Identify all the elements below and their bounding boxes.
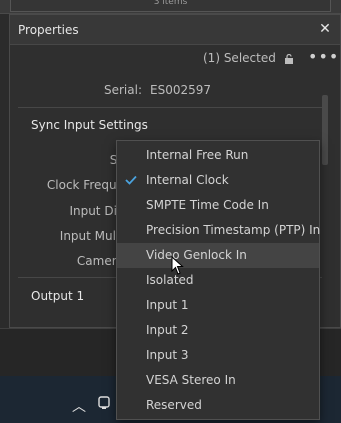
scrollbar[interactable] bbox=[322, 95, 328, 165]
prop-label-input-multiplier: Input Multi bbox=[59, 229, 124, 243]
menu-item-internal-clock[interactable]: Internal Clock bbox=[117, 168, 319, 193]
panel-header: Properties ✕ bbox=[10, 15, 340, 45]
menu-item-input-2[interactable]: Input 2 bbox=[117, 318, 319, 343]
lock-icon[interactable] bbox=[284, 54, 294, 64]
output-1-title[interactable]: Output 1 bbox=[31, 289, 84, 303]
check-icon bbox=[125, 175, 137, 185]
menu-item-internal-free-run[interactable]: Internal Free Run bbox=[117, 143, 319, 168]
sync-input-settings-title[interactable]: Sync Input Settings bbox=[31, 118, 148, 132]
top-strip: 3 items bbox=[0, 0, 341, 14]
sync-source-dropdown: Internal Free Run Internal Clock SMPTE T… bbox=[116, 140, 320, 420]
close-icon[interactable]: ✕ bbox=[318, 21, 332, 37]
tray-app-icon[interactable] bbox=[97, 396, 111, 410]
menu-item-reserved[interactable]: Reserved bbox=[117, 393, 319, 418]
menu-item-input-3[interactable]: Input 3 bbox=[117, 343, 319, 368]
more-options-icon[interactable]: ••• bbox=[308, 47, 339, 66]
serial-label: Serial: bbox=[104, 83, 142, 97]
chevron-up-icon[interactable]: ︿ bbox=[72, 396, 86, 416]
divider bbox=[18, 107, 322, 108]
panel-title: Properties bbox=[18, 23, 79, 37]
panel-toolbar: (1) Selected ••• bbox=[10, 45, 340, 73]
selected-count: (1) Selected bbox=[203, 51, 276, 65]
menu-item-isolated[interactable]: Isolated bbox=[117, 268, 319, 293]
top-strip-label: 3 items bbox=[10, 0, 331, 12]
menu-item-ptp-in[interactable]: Precision Timestamp (PTP) In bbox=[117, 218, 320, 243]
menu-item-label: Internal Clock bbox=[146, 173, 229, 187]
prop-label-clock-frequency: Clock Freque bbox=[46, 178, 124, 192]
menu-item-vesa-stereo-in[interactable]: VESA Stereo In bbox=[117, 368, 319, 393]
menu-item-smpte-time-code-in[interactable]: SMPTE Time Code In bbox=[117, 193, 319, 218]
mouse-cursor-icon bbox=[171, 256, 184, 275]
serial-row: Serial: ES002597 bbox=[10, 83, 340, 101]
menu-item-video-genlock-in[interactable]: Video Genlock In bbox=[117, 243, 319, 268]
serial-value: ES002597 bbox=[150, 83, 212, 97]
menu-item-input-1[interactable]: Input 1 bbox=[117, 293, 319, 318]
